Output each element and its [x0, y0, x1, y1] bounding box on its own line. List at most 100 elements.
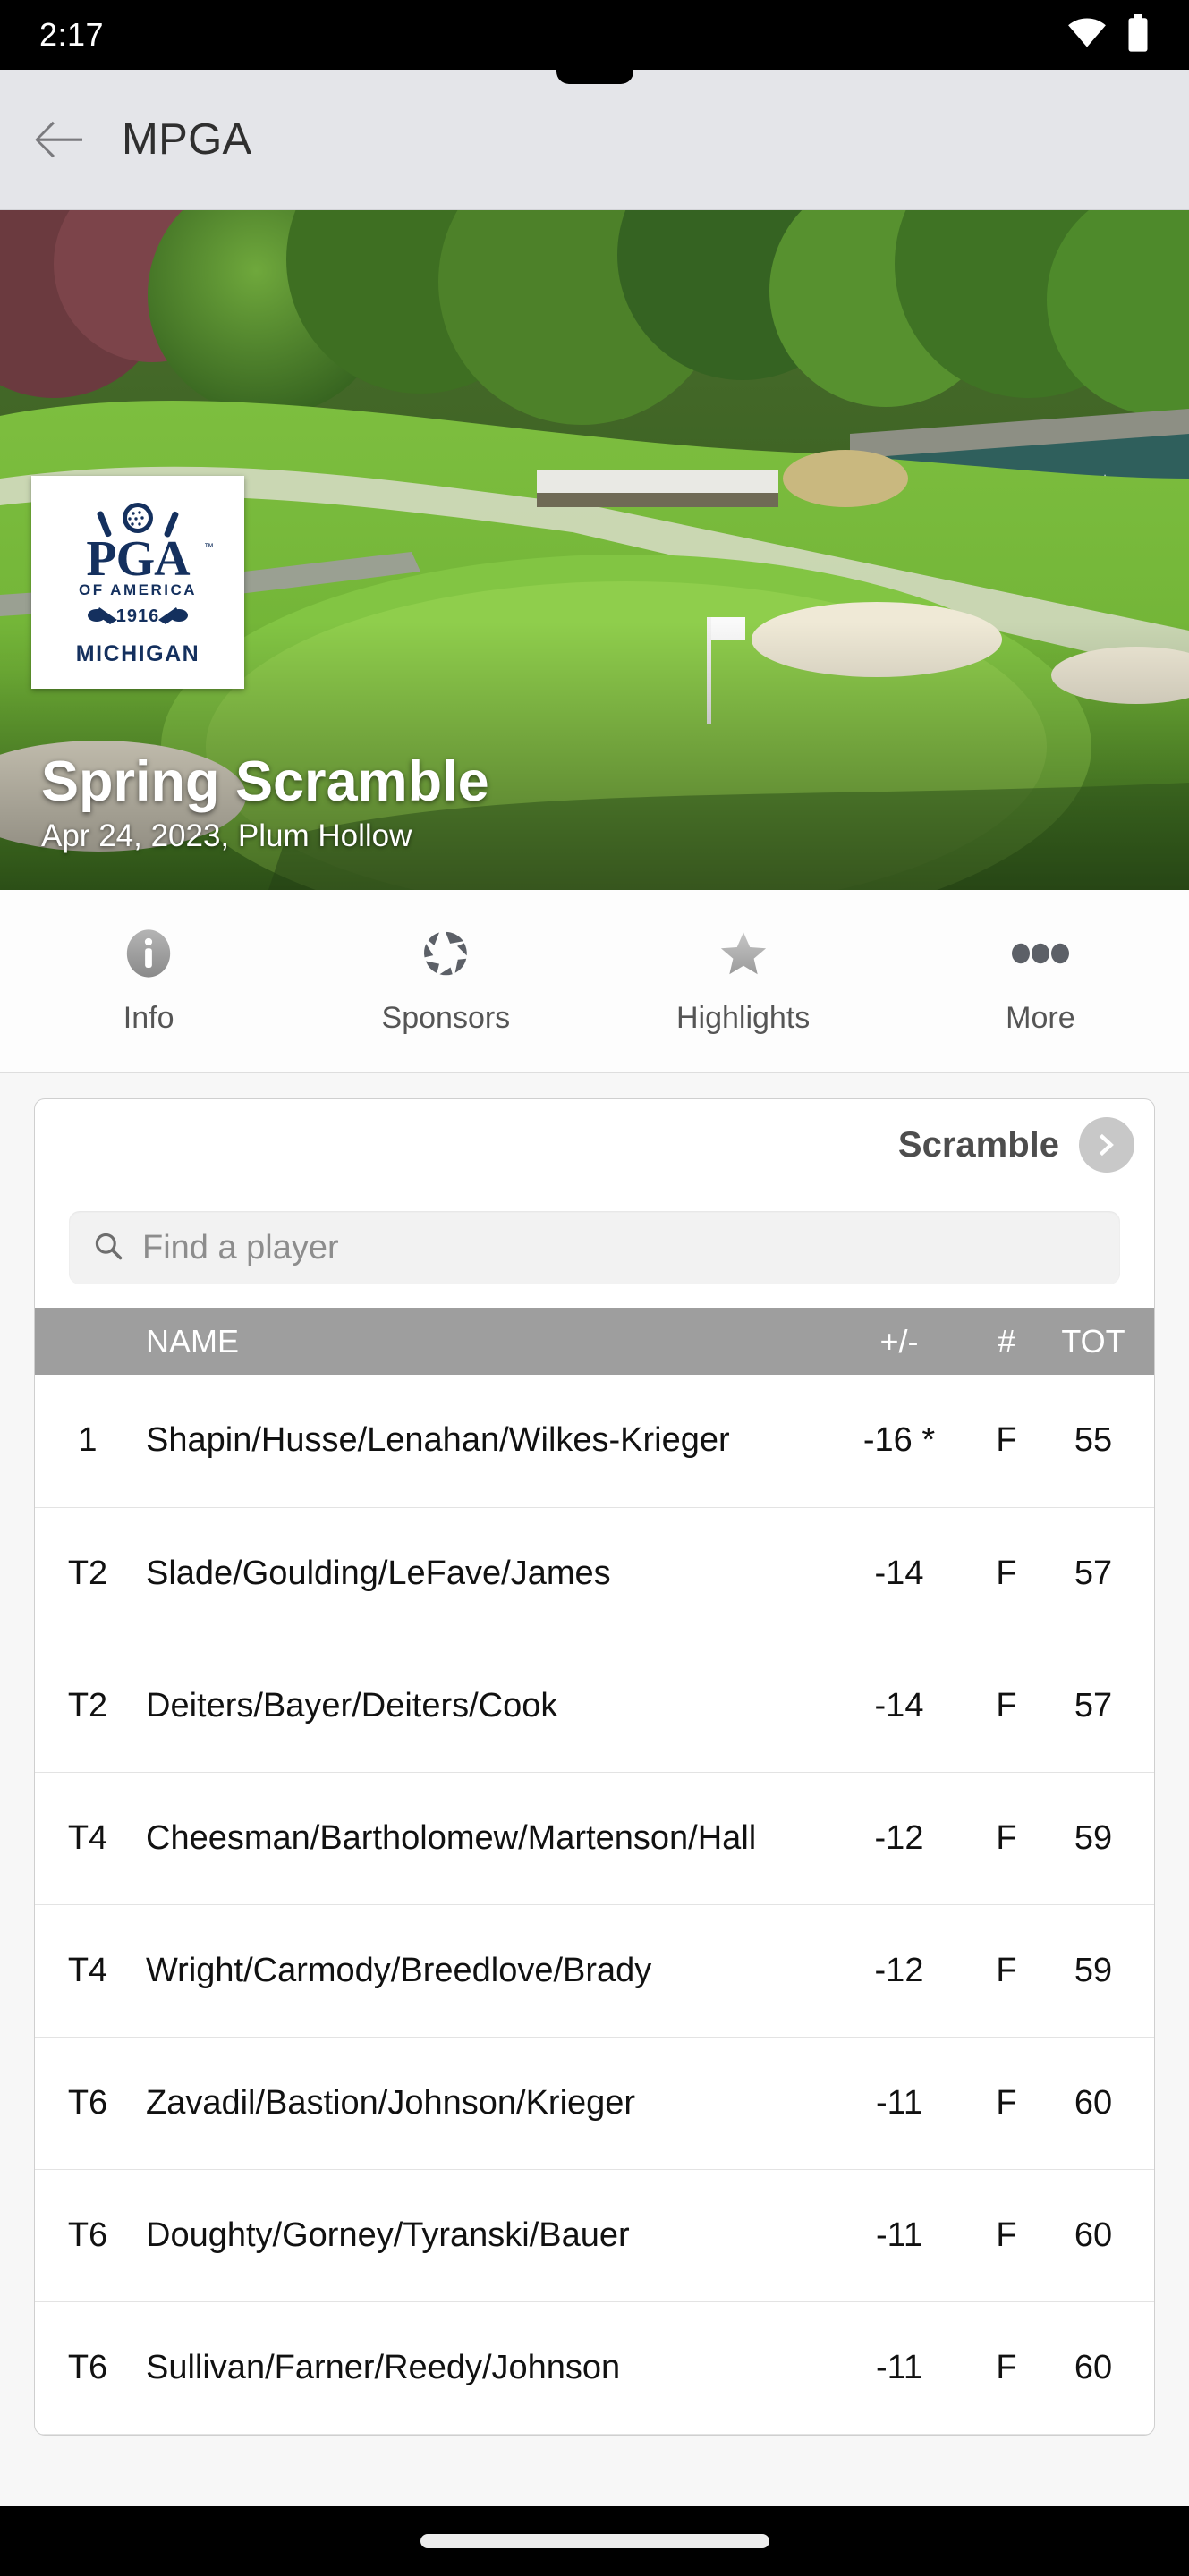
leaderboard-header: Scramble: [35, 1099, 1154, 1191]
tab-sponsors[interactable]: Sponsors: [297, 890, 594, 1072]
event-title: Spring Scramble: [41, 750, 489, 813]
search-icon: [92, 1230, 124, 1267]
cell-hole: F: [966, 1507, 1047, 1640]
cell-score: -12: [832, 1772, 966, 1905]
svg-text:PGA: PGA: [86, 531, 191, 587]
cell-name: Doughty/Gorney/Tyranski/Bauer: [140, 2169, 832, 2302]
cell-hole: F: [966, 1904, 1047, 2038]
status-bar: 2:17: [0, 0, 1189, 84]
cell-total: 57: [1047, 1507, 1154, 1640]
cell-hole: F: [966, 2169, 1047, 2302]
event-hero: PGA ™ OF AMERICA 1916 MICHIGAN Spring Sc…: [0, 210, 1189, 890]
cell-score: -11: [832, 2037, 966, 2170]
col-rank: [35, 1308, 140, 1375]
event-subtitle: Apr 24, 2023, Plum Hollow: [41, 818, 412, 853]
table-row[interactable]: T6 Sullivan/Farner/Reedy/Johnson -11 F 6…: [35, 2301, 1154, 2435]
svg-text:™: ™: [204, 542, 214, 553]
cell-hole: F: [966, 2037, 1047, 2170]
leaderboard-section: Scramble Find a player NAME +/- # TOT 1 …: [0, 1073, 1189, 2436]
aperture-icon: [420, 928, 471, 979]
table-row[interactable]: 1 Shapin/Husse/Lenahan/Wilkes-Krieger -1…: [35, 1375, 1154, 1508]
app-bar: MPGA: [0, 70, 1189, 210]
camera-notch: [556, 63, 633, 84]
cell-name: Cheesman/Bartholomew/Martenson/Hall: [140, 1772, 832, 1905]
cell-name: Zavadil/Bastion/Johnson/Krieger: [140, 2037, 832, 2170]
leaderboard-table-body: 1 Shapin/Husse/Lenahan/Wilkes-Krieger -1…: [35, 1375, 1154, 2435]
tab-info[interactable]: Info: [0, 890, 297, 1072]
back-arrow-icon[interactable]: [34, 118, 86, 161]
search-input[interactable]: Find a player: [69, 1211, 1120, 1284]
table-row[interactable]: T6 Zavadil/Bastion/Johnson/Krieger -11 F…: [35, 2037, 1154, 2170]
pga-michigan-logo: PGA ™ OF AMERICA 1916 MICHIGAN: [31, 476, 244, 689]
tab-highlights[interactable]: Highlights: [595, 890, 892, 1072]
cell-rank: T2: [35, 1640, 140, 1773]
cell-rank: T4: [35, 1772, 140, 1905]
event-heading: Spring Scramble Apr 24, 2023, Plum Hollo…: [41, 752, 489, 854]
cell-total: 60: [1047, 2037, 1154, 2170]
tab-more[interactable]: More: [892, 890, 1189, 1072]
tab-sponsors-label: Sponsors: [381, 1000, 511, 1035]
cell-rank: T2: [35, 1507, 140, 1640]
system-nav-bar: [0, 2506, 1189, 2576]
search-placeholder: Find a player: [142, 1228, 339, 1267]
table-header-row: NAME +/- # TOT: [35, 1308, 1154, 1375]
cell-total: 59: [1047, 1904, 1154, 2038]
cell-name: Wright/Carmody/Breedlove/Brady: [140, 1904, 832, 2038]
cell-rank: T4: [35, 1904, 140, 2038]
cell-hole: F: [966, 1772, 1047, 1905]
cell-hole: F: [966, 1375, 1047, 1508]
cell-rank: T6: [35, 2037, 140, 2170]
event-tab-strip: Info Sponsors Highlights More: [0, 890, 1189, 1073]
table-row[interactable]: T2 Slade/Goulding/LeFave/James -14 F 57: [35, 1507, 1154, 1640]
cell-score: -11: [832, 2301, 966, 2435]
cell-score: -16 *: [832, 1375, 966, 1508]
cell-rank: 1: [35, 1375, 140, 1508]
chevron-right-icon[interactable]: [1079, 1117, 1134, 1173]
app-screen: 2:17 MPGA PGA ™ OF AMERICA 1916 MICHIGAN…: [0, 0, 1189, 2576]
format-label: Scramble: [897, 1124, 1059, 1165]
col-hole: #: [966, 1308, 1047, 1375]
cell-total: 60: [1047, 2301, 1154, 2435]
table-row[interactable]: T6 Doughty/Gorney/Tyranski/Bauer -11 F 6…: [35, 2169, 1154, 2302]
cell-score: -11: [832, 2169, 966, 2302]
svg-text:1916: 1916: [116, 606, 160, 626]
cell-total: 59: [1047, 1772, 1154, 1905]
cell-total: 55: [1047, 1375, 1154, 1508]
table-row[interactable]: T4 Wright/Carmody/Breedlove/Brady -12 F …: [35, 1904, 1154, 2038]
player-search-row: Find a player: [35, 1191, 1154, 1308]
page-title: MPGA: [122, 115, 252, 164]
cell-name: Sullivan/Farner/Reedy/Johnson: [140, 2301, 832, 2435]
table-row[interactable]: T2 Deiters/Bayer/Deiters/Cook -14 F 57: [35, 1640, 1154, 1773]
cell-hole: F: [966, 2301, 1047, 2435]
col-name: NAME: [140, 1308, 832, 1375]
cell-name: Slade/Goulding/LeFave/James: [140, 1507, 832, 1640]
status-icons: [1067, 13, 1150, 56]
leaderboard-table: NAME +/- # TOT 1 Shapin/Husse/Lenahan/Wi…: [35, 1308, 1154, 2435]
status-time: 2:17: [39, 16, 105, 53]
ellipsis-icon: [1011, 928, 1069, 979]
home-indicator[interactable]: [420, 2534, 769, 2548]
tab-more-label: More: [1006, 1000, 1075, 1035]
cell-name: Shapin/Husse/Lenahan/Wilkes-Krieger: [140, 1375, 832, 1508]
col-total: TOT: [1047, 1308, 1154, 1375]
pga-emblem-icon: PGA ™ OF AMERICA 1916: [79, 502, 214, 626]
tab-highlights-label: Highlights: [675, 1000, 811, 1035]
cell-rank: T6: [35, 2169, 140, 2302]
cell-score: -12: [832, 1904, 966, 2038]
tab-info-label: Info: [123, 1000, 174, 1035]
cell-score: -14: [832, 1640, 966, 1773]
cell-hole: F: [966, 1640, 1047, 1773]
col-score: +/-: [832, 1308, 966, 1375]
battery-icon: [1126, 13, 1150, 56]
cell-score: -14: [832, 1507, 966, 1640]
cell-name: Deiters/Bayer/Deiters/Cook: [140, 1640, 832, 1773]
table-row[interactable]: T4 Cheesman/Bartholomew/Martenson/Hall -…: [35, 1772, 1154, 1905]
logo-michigan-label: MICHIGAN: [75, 640, 200, 666]
leaderboard-card: Scramble Find a player NAME +/- # TOT 1 …: [34, 1098, 1155, 2436]
star-icon: [718, 928, 769, 979]
wifi-icon: [1067, 18, 1107, 53]
info-circle-icon: [123, 928, 174, 979]
cell-rank: T6: [35, 2301, 140, 2435]
leaderboard-table-head: NAME +/- # TOT: [35, 1308, 1154, 1375]
svg-text:OF AMERICA: OF AMERICA: [79, 581, 197, 598]
